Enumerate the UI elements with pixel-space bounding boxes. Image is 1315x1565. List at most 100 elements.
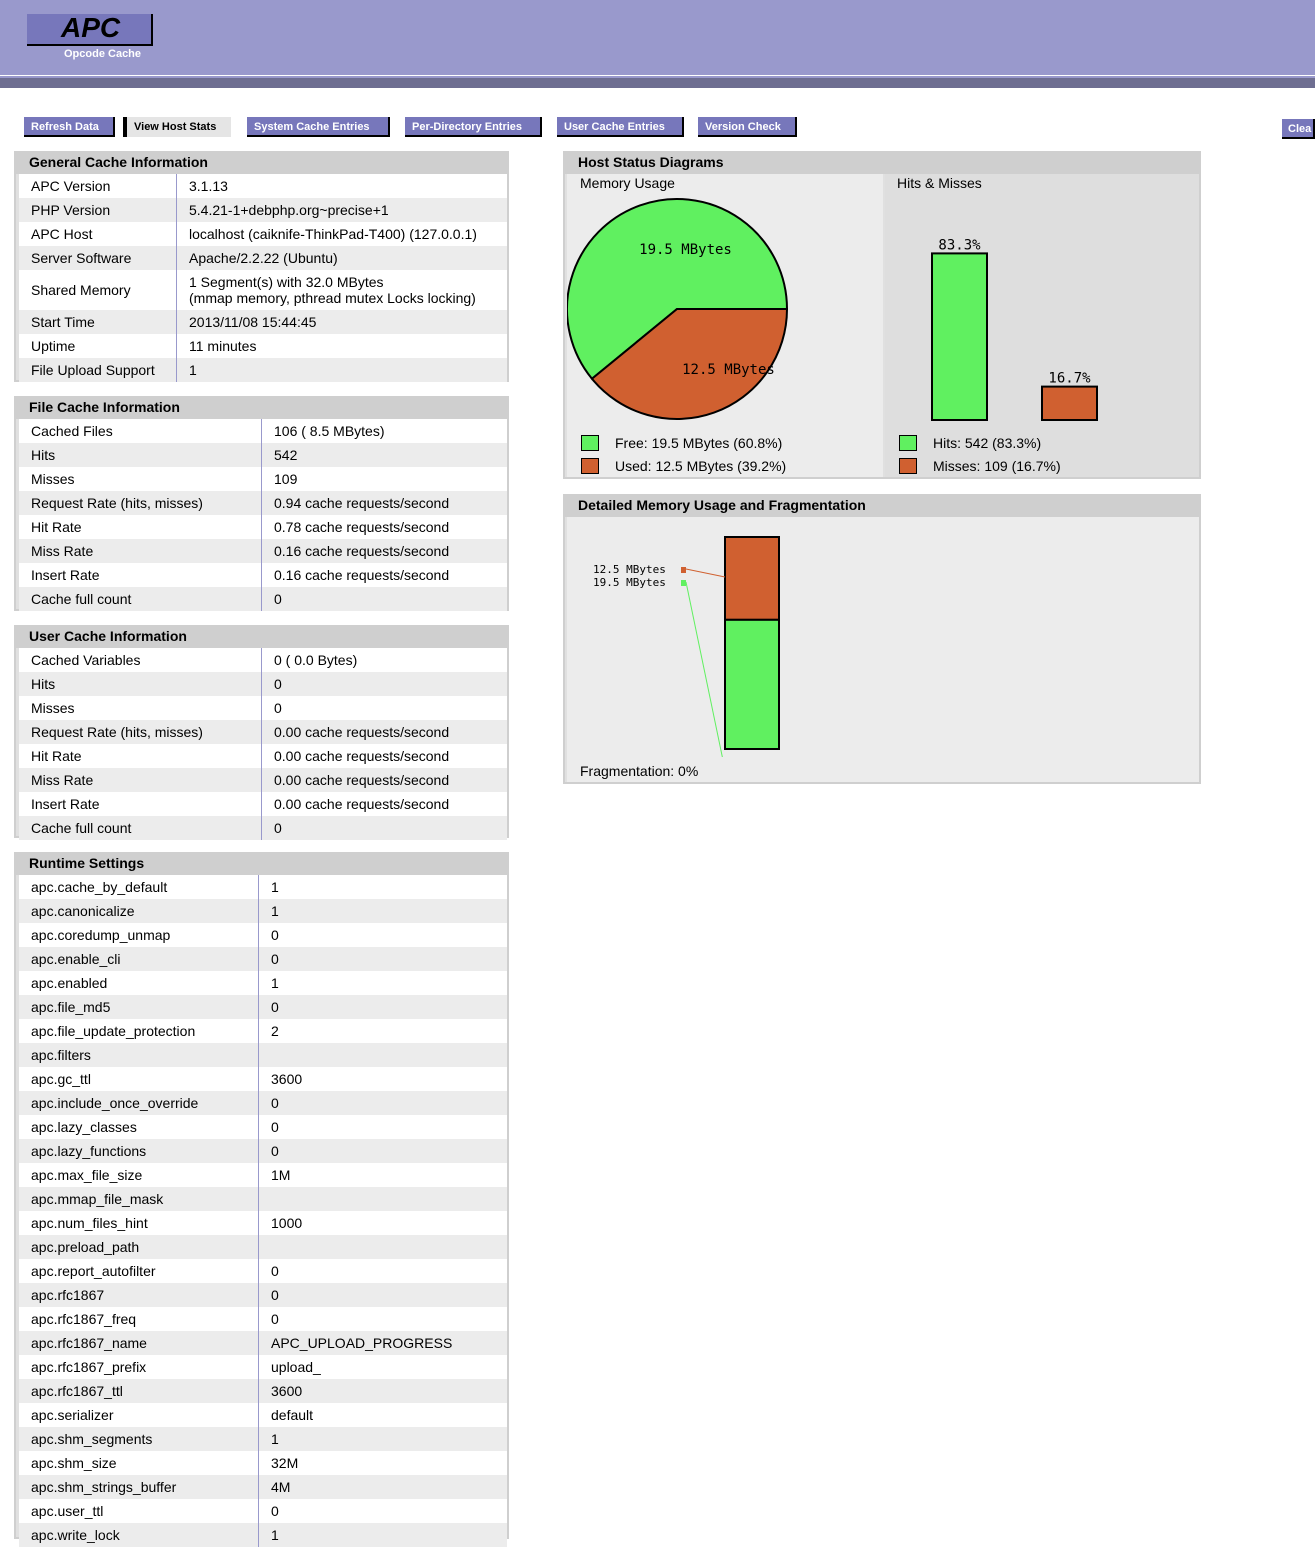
- row-value: 1: [258, 1523, 507, 1547]
- hits-misses-title: Hits & Misses: [897, 175, 982, 191]
- bar-label-hits: 83.3%: [938, 237, 981, 253]
- frag-label-free: 19.5 MBytes: [593, 576, 666, 589]
- table-row: apc.serializer default: [19, 1403, 507, 1427]
- header-rule: [0, 75, 1315, 76]
- table-row: Server Software Apache/2.2.22 (Ubuntu): [19, 246, 507, 270]
- version-check-button[interactable]: Version Check: [698, 117, 797, 137]
- table-row: apc.gc_ttl 3600: [19, 1067, 507, 1091]
- table-row: Insert Rate 0.16 cache requests/second: [19, 563, 507, 587]
- row-key: APC Host: [19, 222, 177, 246]
- table-row: apc.include_once_override 0: [19, 1091, 507, 1115]
- row-key: apc.mmap_file_mask: [19, 1187, 259, 1211]
- misses-swatch: [899, 458, 917, 474]
- row-value: [258, 1235, 507, 1259]
- apc-logo[interactable]: APC: [27, 12, 153, 46]
- row-value: 0: [258, 1307, 507, 1331]
- frag-marker-used: [681, 567, 686, 573]
- row-key: Shared Memory: [19, 270, 177, 310]
- frag-connector-used: [685, 568, 726, 578]
- row-key: PHP Version: [19, 198, 177, 222]
- system-cache-entries-button[interactable]: System Cache Entries: [247, 117, 390, 137]
- table-row: apc.shm_segments 1: [19, 1427, 507, 1451]
- per-directory-entries-button[interactable]: Per-Directory Entries: [405, 117, 542, 137]
- row-key: Miss Rate: [19, 768, 262, 792]
- pie-label-free: 19.5 MBytes: [639, 242, 732, 258]
- refresh-data-button[interactable]: Refresh Data: [24, 117, 115, 137]
- row-key: Hit Rate: [19, 744, 262, 768]
- table-row: apc.lazy_functions 0: [19, 1139, 507, 1163]
- row-key: apc.rfc1867_prefix: [19, 1355, 259, 1379]
- row-key: Misses: [19, 696, 262, 720]
- file-cache-panel: File Cache Information Cached Files 106 (…: [14, 396, 509, 611]
- logo-subtitle: Opcode Cache: [64, 48, 142, 60]
- row-value: 0: [258, 1259, 507, 1283]
- table-row: File Upload Support 1: [19, 358, 507, 382]
- row-value: Apache/2.2.22 (Ubuntu): [176, 246, 507, 270]
- table-row: Cached Files 106 ( 8.5 MBytes): [19, 419, 507, 443]
- fragmentation-panel: Detailed Memory Usage and Fragmentation …: [563, 494, 1201, 784]
- row-value: 106 ( 8.5 MBytes): [261, 419, 507, 443]
- row-value: upload_: [258, 1355, 507, 1379]
- fragmentation-chart: 12.5 MBytes19.5 MBytes: [593, 536, 780, 757]
- clear-cache-button[interactable]: Clea: [1282, 119, 1315, 139]
- table-row: Insert Rate 0.00 cache requests/second: [19, 792, 507, 816]
- table-row: apc.rfc1867_freq 0: [19, 1307, 507, 1331]
- row-value: 0: [261, 587, 507, 611]
- row-value: 2: [258, 1019, 507, 1043]
- row-value: 3.1.13: [176, 174, 507, 198]
- row-key: apc.enabled: [19, 971, 259, 995]
- used-swatch: [581, 458, 599, 474]
- row-key: apc.serializer: [19, 1403, 259, 1427]
- row-key: Hits: [19, 443, 262, 467]
- hits-legend: Hits: 542 (83.3%): [933, 435, 1042, 451]
- memory-usage-title: Memory Usage: [580, 175, 675, 191]
- table-row: apc.canonicalize 1: [19, 899, 507, 923]
- row-key: apc.lazy_functions: [19, 1139, 259, 1163]
- row-key: apc.file_md5: [19, 995, 259, 1019]
- logo-title: APC: [61, 12, 121, 43]
- row-value: 0: [258, 947, 507, 971]
- host-status-panel: Host Status Diagrams Memory Usage 19.5 M…: [563, 151, 1201, 479]
- file-cache-table: Cached Files 106 ( 8.5 MBytes) Hits 542 Miss…: [19, 419, 507, 611]
- header-band: [0, 78, 1315, 88]
- row-key: apc.rfc1867_freq: [19, 1307, 259, 1331]
- row-value: 0: [258, 923, 507, 947]
- frag-label-used: 12.5 MBytes: [593, 563, 666, 576]
- row-key: Insert Rate: [19, 563, 262, 587]
- row-value: default: [258, 1403, 507, 1427]
- table-row: apc.shm_size 32M: [19, 1451, 507, 1475]
- table-row: apc.report_autofilter 0: [19, 1259, 507, 1283]
- table-row: apc.rfc1867_name APC_UPLOAD_PROGRESS: [19, 1331, 507, 1355]
- panel-title: Host Status Diagrams: [565, 153, 1199, 174]
- row-value: 1: [258, 971, 507, 995]
- row-key: Request Rate (hits, misses): [19, 720, 262, 744]
- row-key: apc.include_once_override: [19, 1091, 259, 1115]
- table-row: Hit Rate 0.00 cache requests/second: [19, 744, 507, 768]
- fragmentation-label: Fragmentation: 0%: [580, 763, 699, 779]
- row-value: localhost (caiknife-ThinkPad-T400) (127.…: [176, 222, 507, 246]
- table-row: Cached Variables 0 ( 0.0 Bytes): [19, 648, 507, 672]
- row-value: 1: [258, 1427, 507, 1451]
- view-host-stats-button[interactable]: View Host Stats: [123, 117, 231, 137]
- frag-connector-free: [685, 581, 723, 757]
- bar-label-misses: 16.7%: [1048, 371, 1091, 387]
- row-key: Request Rate (hits, misses): [19, 491, 262, 515]
- row-key: apc.rfc1867_name: [19, 1331, 259, 1355]
- row-value: 0: [261, 696, 507, 720]
- row-key: apc.cache_by_default: [19, 875, 259, 899]
- table-row: apc.lazy_classes 0: [19, 1115, 507, 1139]
- general-cache-panel: General Cache Information APC Version 3.1…: [14, 151, 509, 382]
- table-row: apc.enabled 1: [19, 971, 507, 995]
- row-key: Misses: [19, 467, 262, 491]
- row-key: Cache full count: [19, 816, 262, 840]
- panel-title: Detailed Memory Usage and Fragmentation: [565, 496, 1199, 517]
- row-value: 0: [261, 816, 507, 840]
- row-key: File Upload Support: [19, 358, 177, 382]
- table-row: apc.mmap_file_mask: [19, 1187, 507, 1211]
- row-value: 0.94 cache requests/second: [261, 491, 507, 515]
- row-value: 0: [258, 1115, 507, 1139]
- row-value: 0.00 cache requests/second: [261, 720, 507, 744]
- user-cache-entries-button[interactable]: User Cache Entries: [557, 117, 684, 137]
- row-key: apc.gc_ttl: [19, 1067, 259, 1091]
- row-value: 32M: [258, 1451, 507, 1475]
